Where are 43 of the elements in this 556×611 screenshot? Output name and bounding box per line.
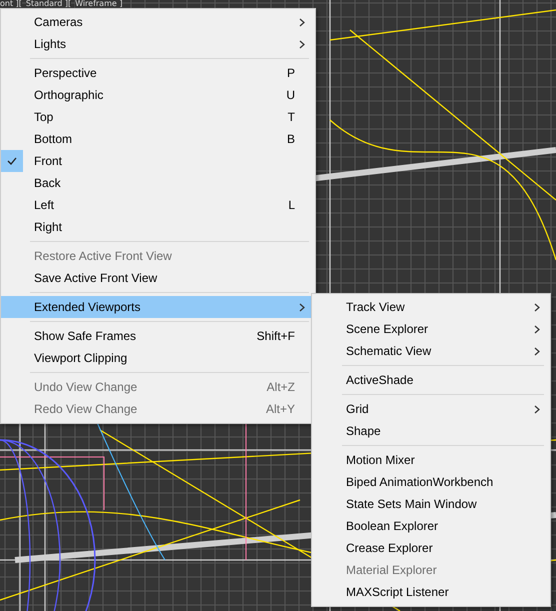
menu-item[interactable]: Lights bbox=[1, 33, 315, 55]
chevron-icon bbox=[534, 346, 540, 356]
menu-item[interactable]: State Sets Main Window bbox=[312, 493, 550, 515]
menu-item[interactable]: Viewport Clipping bbox=[1, 347, 315, 369]
menu-item[interactable]: Motion Mixer bbox=[312, 449, 550, 471]
viewport-label[interactable]: Standard ][ bbox=[26, 0, 72, 8]
menu-item[interactable]: Track View bbox=[312, 296, 550, 318]
menu-item[interactable]: Crease Explorer bbox=[312, 537, 550, 559]
menu-item[interactable]: Grid bbox=[312, 398, 550, 420]
menu-item[interactable]: Boolean Explorer bbox=[312, 515, 550, 537]
menu-item[interactable]: Orthographic U bbox=[1, 84, 315, 106]
menu-item[interactable]: ActiveShade bbox=[312, 369, 550, 391]
chevron-icon bbox=[299, 302, 305, 312]
chevron-icon bbox=[299, 40, 305, 48]
viewport-label[interactable]: Wireframe ] bbox=[75, 0, 122, 8]
menu-item[interactable]: Top T bbox=[1, 106, 315, 128]
chevron-icon bbox=[534, 324, 540, 334]
shortcut-label: B bbox=[286, 132, 295, 146]
menu-item[interactable]: Cameras bbox=[1, 11, 315, 33]
menu-item[interactable]: Front bbox=[1, 150, 315, 172]
menu-item[interactable]: Schematic View bbox=[312, 340, 550, 362]
chevron-icon bbox=[534, 404, 540, 414]
chevron-icon bbox=[534, 302, 540, 312]
menu-item[interactable]: Left L bbox=[1, 194, 315, 216]
menu-item[interactable]: Bottom B bbox=[1, 128, 315, 150]
chevron-icon bbox=[299, 18, 305, 26]
shortcut-label: Shift+F bbox=[256, 329, 295, 343]
menu-item[interactable]: Scene Explorer bbox=[312, 318, 550, 340]
menu-item[interactable]: Perspective P bbox=[1, 62, 315, 84]
shortcut-label: Alt+Y bbox=[266, 402, 295, 416]
menu-item[interactable]: Show Safe Frames Shift+F bbox=[1, 325, 315, 347]
menu-item[interactable]: Back bbox=[1, 172, 315, 194]
shortcut-label: L bbox=[288, 198, 295, 212]
viewport-label[interactable]: ont ][ bbox=[0, 0, 22, 8]
menu-item[interactable]: Save Active Front View bbox=[1, 267, 315, 289]
shortcut-label: U bbox=[286, 88, 295, 102]
menu-item[interactable]: Right bbox=[1, 216, 315, 238]
shortcut-label: Alt+Z bbox=[266, 380, 295, 394]
menu-item[interactable]: Biped AnimationWorkbench bbox=[312, 471, 550, 493]
menu-item[interactable]: MAXScript Listener bbox=[312, 581, 550, 603]
menu-item[interactable]: Shape bbox=[312, 420, 550, 442]
shortcut-label: P bbox=[286, 66, 295, 80]
shortcut-label: T bbox=[288, 110, 295, 124]
